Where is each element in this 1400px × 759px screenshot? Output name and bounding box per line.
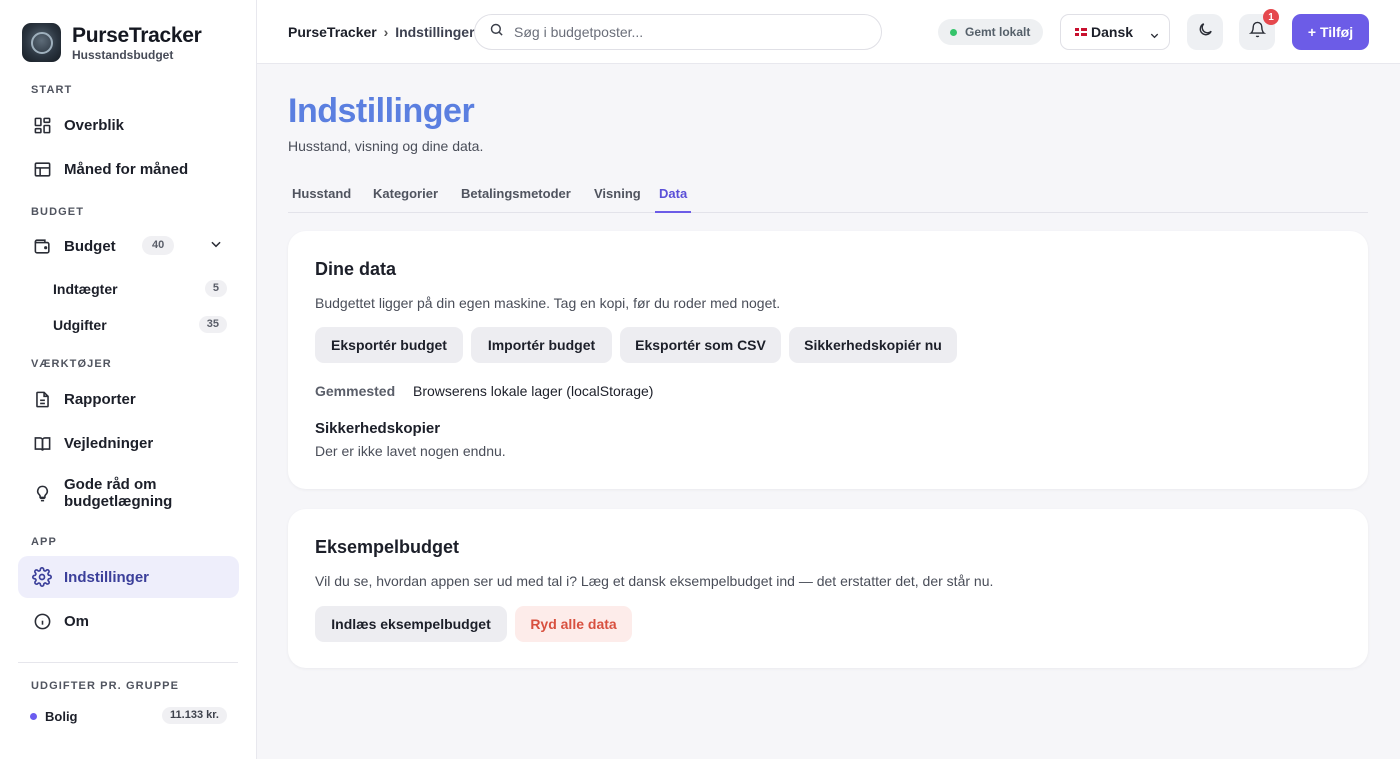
page-subtitle: Husstand, visning og dine data. [288, 138, 484, 154]
backups-empty-text: Der er ikke lavet nogen endnu. [315, 443, 506, 459]
sidebar-item-expenses[interactable]: Udgifter 35 [53, 313, 227, 337]
document-icon [32, 389, 52, 409]
sidebar-item-label: Om [64, 612, 90, 630]
wallet-icon [32, 236, 52, 256]
sidebar-item-label: Rapporter [64, 390, 136, 408]
sidebar-item-label: Vejledninger [64, 434, 154, 452]
group-value-badge: 11.133 kr. [162, 707, 227, 724]
breadcrumb: PurseTracker › Indstillinger [288, 24, 475, 40]
section-label-groups: UDGIFTER PR. GRUPPE [31, 680, 180, 692]
search-input[interactable] [514, 24, 854, 40]
sidebar-item-advice[interactable]: Gode råd om budgetlægning [18, 471, 239, 515]
danish-flag-icon [1075, 28, 1087, 36]
sidebar-item-income[interactable]: Indtægter 5 [53, 277, 227, 301]
card-title: Dine data [315, 259, 397, 279]
tab-data[interactable]: Data [655, 186, 692, 213]
tab-display[interactable]: Visning [594, 186, 641, 213]
section-label-start: START [31, 84, 73, 96]
info-icon [32, 611, 52, 631]
clear-all-data-button[interactable]: Ryd alle data [515, 606, 632, 642]
saved-status-text: Gemt lokalt [965, 25, 1031, 39]
sidebar-item-overview[interactable]: Overblik [18, 104, 239, 146]
expense-group-row[interactable]: Bolig 11.133 kr. [30, 707, 227, 725]
chevron-down-icon [1149, 28, 1160, 44]
budget-count-badge: 40 [142, 236, 175, 255]
card-description: Vil du se, hvordan appen ser ud med tal … [315, 573, 994, 589]
chevron-down-icon[interactable] [209, 237, 223, 256]
brand[interactable]: PurseTracker Husstandsbudget [22, 23, 202, 62]
export-csv-button[interactable]: Eksportér som CSV [620, 327, 781, 363]
app-logo-icon [22, 23, 61, 62]
sidebar-item-budget[interactable]: Budget 40 [18, 225, 239, 267]
table-icon [32, 159, 52, 179]
sidebar-item-label: Måned for måned [64, 160, 189, 178]
sidebar-item-label: Overblik [64, 116, 125, 134]
sidebar-item-guides[interactable]: Vejledninger [18, 422, 239, 464]
brand-subtitle: Husstandsbudget [72, 47, 174, 62]
income-count-badge: 5 [204, 280, 227, 297]
breadcrumb-separator: › [383, 24, 389, 40]
sidebar-item-label: Udgifter [53, 317, 107, 333]
notifications-button[interactable]: 1 [1239, 9, 1279, 50]
gear-icon [32, 567, 52, 587]
export-budget-button[interactable]: Eksportér budget [315, 327, 463, 363]
add-button[interactable]: + Tilføj [1292, 14, 1369, 50]
import-budget-button[interactable]: Importér budget [471, 327, 612, 363]
lightbulb-icon [32, 483, 52, 503]
backups-title: Sikkerhedskopier [315, 420, 441, 437]
sidebar-item-label: Indtægter [53, 281, 118, 297]
group-color-dot [30, 712, 37, 720]
language-select[interactable]: Dansk [1060, 14, 1170, 50]
backup-now-button[interactable]: Sikkerhedskopiér nu [789, 327, 957, 363]
load-example-button[interactable]: Indlæs eksempelbudget [315, 606, 507, 642]
tab-household[interactable]: Husstand [292, 186, 351, 213]
page-title: Indstillinger [288, 92, 475, 130]
search-box[interactable] [474, 14, 882, 50]
section-label-budget: BUDGET [31, 206, 85, 218]
sidebar-item-reports[interactable]: Rapporter [18, 378, 239, 420]
breadcrumb-root[interactable]: PurseTracker [288, 24, 377, 40]
sidebar: PurseTracker Husstandsbudget START Overb… [0, 0, 257, 759]
dashboard-icon [32, 115, 52, 135]
theme-toggle-button[interactable] [1187, 14, 1223, 50]
group-name: Bolig [45, 708, 78, 724]
saved-status-badge: Gemt lokalt [938, 19, 1044, 45]
moon-icon [1197, 21, 1214, 43]
sidebar-item-label: Budget [64, 237, 116, 255]
sidebar-item-monthly[interactable]: Måned for måned [18, 148, 239, 190]
card-title: Eksempelbudget [315, 537, 460, 557]
language-label: Dansk [1091, 24, 1134, 40]
topbar: PurseTracker › Indstillinger Gemt lokalt… [257, 0, 1400, 64]
notification-count-badge: 1 [1263, 9, 1279, 25]
bell-icon [1248, 21, 1266, 43]
card-description: Budgettet ligger på din egen maskine. Ta… [315, 295, 781, 311]
section-label-app: APP [31, 536, 57, 548]
search-icon [489, 22, 504, 42]
tab-categories[interactable]: Kategorier [373, 186, 438, 213]
breadcrumb-current: Indstillinger [395, 24, 475, 40]
data-card: Dine data Budgettet ligger på din egen m… [288, 231, 1368, 489]
brand-name: PurseTracker [72, 23, 202, 47]
book-icon [32, 433, 52, 453]
sidebar-divider [18, 662, 238, 663]
sidebar-item-settings[interactable]: Indstillinger [18, 556, 239, 598]
example-budget-card: Eksempelbudget Vil du se, hvordan appen … [288, 509, 1368, 668]
sidebar-item-label: Gode råd om budgetlægning [64, 476, 173, 510]
tab-payment-methods[interactable]: Betalingsmetoder [461, 186, 571, 213]
status-dot [950, 28, 957, 36]
storage-value: Browserens lokale lager (localStorage) [413, 383, 654, 399]
settings-tabs: Husstand Kategorier Betalingsmetoder Vis… [288, 180, 1368, 213]
sidebar-item-about[interactable]: Om [18, 600, 239, 642]
storage-label: Gemmested [315, 383, 396, 399]
sidebar-item-label: Indstillinger [64, 568, 150, 586]
section-label-tools: VÆRKTØJER [31, 358, 112, 370]
expenses-count-badge: 35 [198, 316, 227, 333]
